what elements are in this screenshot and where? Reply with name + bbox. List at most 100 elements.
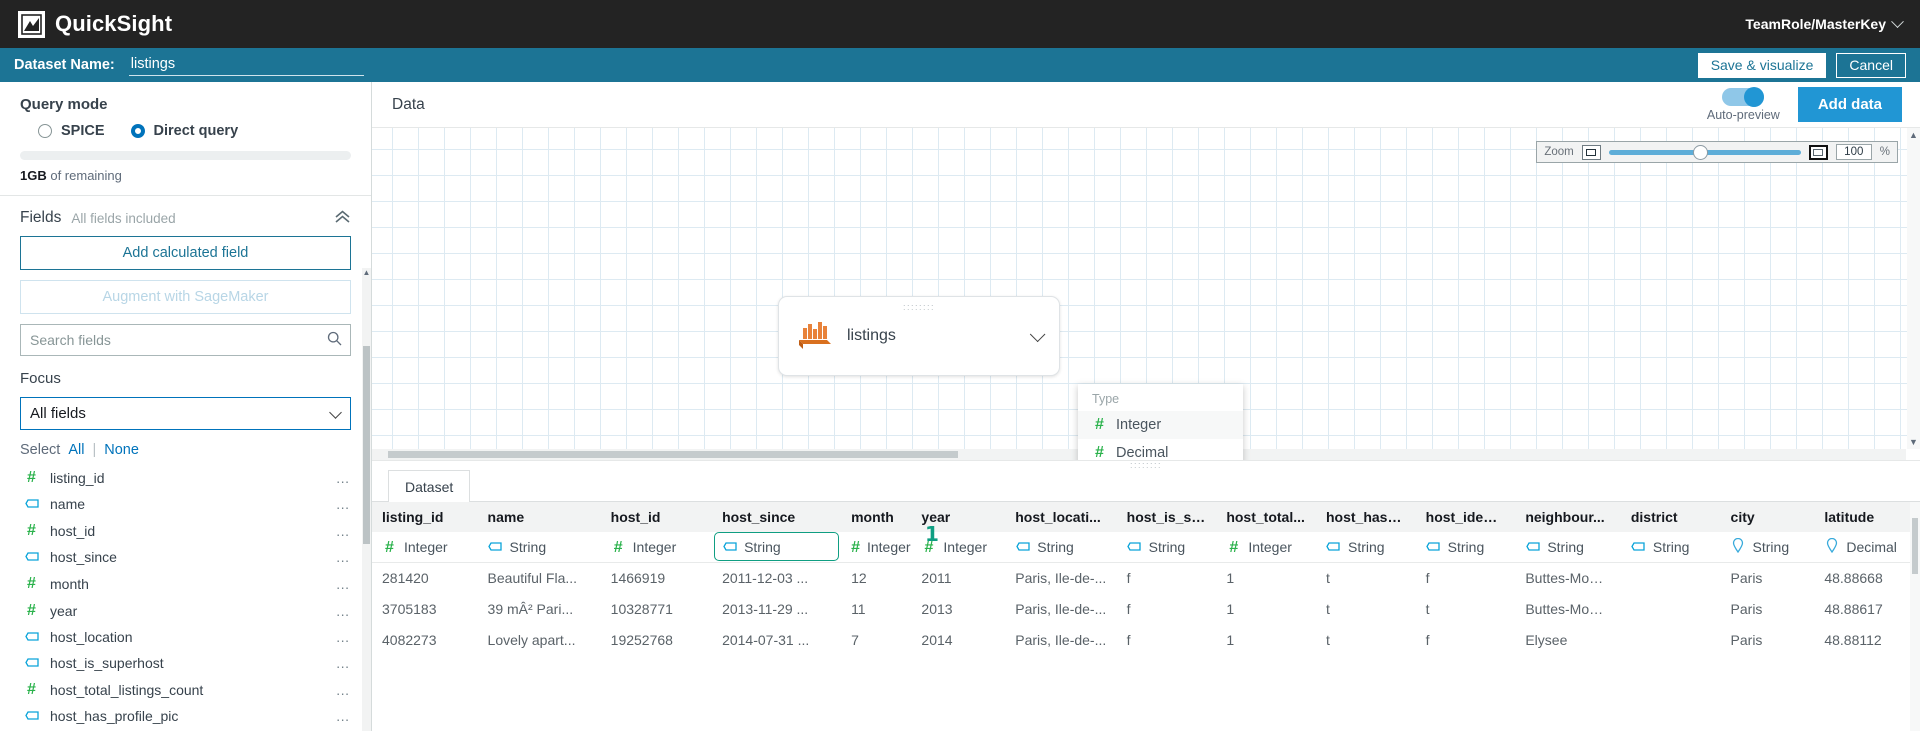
zoom-value[interactable]: 100 bbox=[1835, 144, 1872, 160]
column-header[interactable]: listing_id bbox=[372, 502, 478, 532]
select-all-link[interactable]: All bbox=[68, 442, 84, 458]
drag-handle-icon[interactable]: :::::::: bbox=[1130, 461, 1162, 470]
column-header[interactable]: month bbox=[841, 502, 912, 532]
ellipsis-icon[interactable]: … bbox=[336, 470, 351, 486]
dataset-vscroll-thumb[interactable] bbox=[1912, 518, 1918, 574]
column-type-cell[interactable]: String bbox=[1620, 532, 1721, 563]
type-menu-item-decimal[interactable]: # Decimal bbox=[1078, 439, 1243, 461]
canvas-vscrollbar[interactable]: ▲ ▼ bbox=[1907, 128, 1920, 449]
ellipsis-icon[interactable]: … bbox=[336, 523, 351, 539]
column-type-cell[interactable]: String bbox=[1116, 532, 1217, 563]
ellipsis-icon[interactable]: … bbox=[336, 496, 351, 512]
add-calculated-field-button[interactable]: Add calculated field bbox=[20, 236, 351, 270]
canvas-hscroll-thumb[interactable] bbox=[388, 451, 958, 458]
column-header[interactable]: host_has_p... bbox=[1315, 502, 1416, 532]
column-header[interactable]: host_total... bbox=[1216, 502, 1316, 532]
column-header[interactable]: host_since bbox=[712, 502, 842, 532]
ellipsis-icon[interactable]: … bbox=[336, 629, 351, 645]
type-menu-item-integer[interactable]: # Integer bbox=[1078, 411, 1243, 439]
chevron-up-double-icon[interactable] bbox=[334, 209, 351, 227]
column-type-cell[interactable]: Decimal bbox=[1814, 532, 1920, 563]
field-name: year bbox=[50, 602, 78, 619]
column-type-cell[interactable]: # Integer bbox=[600, 532, 713, 563]
column-type-cell[interactable]: String bbox=[1005, 532, 1117, 563]
auto-preview-toggle[interactable]: Auto-preview bbox=[1707, 86, 1780, 122]
zoom-slider-handle[interactable] bbox=[1693, 144, 1709, 160]
pane-splitter[interactable]: :::::::: bbox=[372, 460, 1920, 470]
scroll-up-arrow-icon[interactable]: ▲ bbox=[1907, 130, 1920, 140]
fit-to-screen-icon[interactable] bbox=[1581, 144, 1601, 160]
search-fields-input[interactable] bbox=[20, 324, 351, 356]
table-row[interactable]: 281420 Beautiful Fla... 1466919 2011-12-03 … bbox=[372, 563, 1920, 594]
column-header[interactable]: name bbox=[477, 502, 601, 532]
field-list-item[interactable]: host_is_superhost… bbox=[0, 650, 371, 676]
field-list-item[interactable]: # host_total_listings_count… bbox=[0, 676, 371, 703]
radio-direct-query[interactable]: Direct query bbox=[130, 123, 238, 139]
radio-spice[interactable]: SPICE bbox=[38, 123, 105, 139]
column-type-cell[interactable]: # Integer bbox=[372, 532, 478, 563]
account-menu[interactable]: TeamRole/MasterKey bbox=[1745, 14, 1904, 32]
tab-dataset[interactable]: Dataset bbox=[388, 470, 471, 502]
chevron-down-icon[interactable] bbox=[1029, 326, 1046, 342]
column-header[interactable]: neighbour... bbox=[1515, 502, 1621, 532]
field-list-item[interactable]: name… bbox=[0, 491, 371, 517]
column-type-cell[interactable]: String bbox=[1415, 532, 1516, 563]
ellipsis-icon[interactable]: … bbox=[336, 576, 351, 592]
auto-preview-switch[interactable] bbox=[1722, 86, 1765, 107]
column-header[interactable]: host_id bbox=[600, 502, 713, 532]
table-row[interactable]: 3705183 39 mÂ² Pari... 10328771 2013-11-29 … bbox=[372, 594, 1920, 625]
table-row[interactable]: 4082273 Lovely apart... 19252768 2014-07-31… bbox=[372, 625, 1920, 656]
column-type-cell[interactable]: String bbox=[1720, 532, 1815, 563]
table-cell: Paris bbox=[1730, 632, 1763, 648]
flow-canvas[interactable]: Zoom 100 % :::::::: listings Type # Inte… bbox=[372, 128, 1920, 460]
fields-scrollbar[interactable]: ▲ bbox=[362, 268, 371, 731]
ellipsis-icon[interactable]: … bbox=[336, 655, 351, 671]
hash-icon: # bbox=[27, 469, 36, 486]
dataset-name-input[interactable] bbox=[128, 54, 364, 76]
scroll-down-arrow-icon[interactable]: ▼ bbox=[1907, 437, 1920, 447]
column-header[interactable]: host_ident... bbox=[1415, 502, 1516, 532]
augment-with-sagemaker-button[interactable]: Augment with SageMaker bbox=[20, 280, 351, 314]
ellipsis-icon[interactable]: … bbox=[336, 549, 351, 565]
table-cell: 1 bbox=[1226, 570, 1235, 587]
ellipsis-icon[interactable]: … bbox=[336, 603, 351, 619]
source-node-listings[interactable]: :::::::: listings bbox=[778, 296, 1060, 376]
fields-scroll-thumb[interactable] bbox=[363, 346, 370, 544]
dataset-vscrollbar[interactable] bbox=[1910, 502, 1920, 731]
column-type-cell[interactable]: String bbox=[712, 532, 842, 563]
zoom-slider[interactable] bbox=[1608, 144, 1801, 160]
select-none-link[interactable]: None bbox=[104, 442, 139, 458]
column-header[interactable]: district bbox=[1620, 502, 1721, 532]
add-data-button[interactable]: Add data bbox=[1797, 87, 1902, 122]
type-menu-header: Type bbox=[1092, 392, 1120, 406]
column-header[interactable]: host_is_su... bbox=[1116, 502, 1217, 532]
actual-size-icon[interactable] bbox=[1808, 144, 1828, 160]
column-header[interactable]: latitude bbox=[1814, 502, 1920, 532]
scroll-up-arrow-icon[interactable]: ▲ bbox=[362, 268, 371, 277]
column-header[interactable]: city bbox=[1720, 502, 1815, 532]
field-list-item[interactable]: # year… bbox=[0, 597, 371, 624]
field-list-item[interactable]: # month… bbox=[0, 570, 371, 597]
field-list-item[interactable]: host_since… bbox=[0, 544, 371, 570]
column-type-cell[interactable]: # Integer bbox=[841, 532, 912, 563]
ellipsis-icon[interactable]: … bbox=[336, 708, 351, 724]
field-list-item[interactable]: # listing_id… bbox=[0, 464, 371, 491]
column-type-cell[interactable]: String bbox=[1515, 532, 1621, 563]
ellipsis-icon[interactable]: … bbox=[336, 682, 351, 698]
column-type-cell[interactable]: String bbox=[1315, 532, 1416, 563]
drag-handle-icon[interactable]: :::::::: bbox=[895, 303, 943, 312]
table-cell: 39 mÂ² Pari... bbox=[487, 601, 574, 617]
save-and-visualize-button[interactable]: Save & visualize bbox=[1697, 52, 1827, 78]
select-row: Select All | None bbox=[0, 442, 371, 464]
column-type-cell[interactable]: String bbox=[477, 532, 601, 563]
pin-icon bbox=[1824, 537, 1839, 556]
cancel-button[interactable]: Cancel bbox=[1836, 52, 1906, 78]
column-type-cell[interactable]: # Integer bbox=[1216, 532, 1316, 563]
field-list-item[interactable]: # host_id… bbox=[0, 517, 371, 544]
auto-preview-knob bbox=[1744, 86, 1765, 107]
field-list-item[interactable]: host_location… bbox=[0, 624, 371, 650]
field-list-item[interactable]: host_has_profile_pic… bbox=[0, 703, 371, 729]
focus-select[interactable]: All fields bbox=[20, 397, 351, 430]
column-header[interactable]: host_locati... bbox=[1005, 502, 1117, 532]
type-dropdown-menu[interactable]: Type #Integer#DecimalDateCountryStateCou… bbox=[1078, 384, 1243, 460]
